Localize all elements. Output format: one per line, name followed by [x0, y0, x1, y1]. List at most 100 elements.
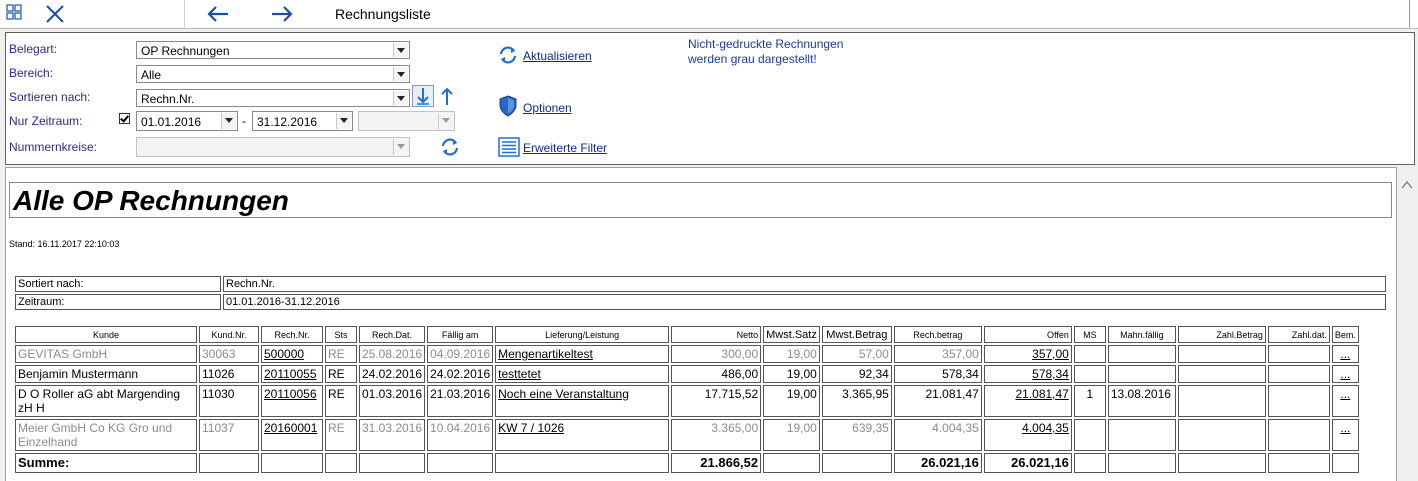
refresh-icon[interactable]	[439, 137, 461, 157]
sts-cell: RE	[325, 345, 357, 363]
rechdat-cell: 01.03.2016	[359, 385, 426, 417]
bem-link[interactable]: ...	[1331, 385, 1359, 417]
sortieren-label: Sortieren nach:	[9, 90, 91, 104]
ms-cell	[1073, 345, 1106, 363]
empty-cell	[325, 453, 357, 473]
mahn-cell: 13.08.2016	[1107, 385, 1176, 417]
column-header[interactable]: Zahl.dat.	[1267, 326, 1330, 343]
zeitraum-from-date[interactable]: 01.01.2016	[136, 111, 238, 131]
column-header[interactable]: Netto	[671, 326, 762, 343]
chevron-down-icon[interactable]	[393, 139, 408, 155]
optionen-link[interactable]: Optionen	[523, 101, 572, 115]
erweiterte-filter-link[interactable]: Erweiterte Filter	[523, 141, 607, 155]
nummernkreise-select[interactable]	[136, 137, 410, 157]
sort-descending-icon[interactable]	[412, 85, 434, 107]
ms-cell	[1073, 419, 1106, 451]
aktualisieren-link[interactable]: Aktualisieren	[523, 49, 592, 63]
offen-link[interactable]: 4.004,35	[983, 419, 1072, 451]
table-row[interactable]: Meier GmbH Co KG Gro und Einzelhand 1103…	[15, 419, 1359, 451]
rechnr-link[interactable]: 20110055	[261, 365, 323, 383]
report-title: Alle OP Rechnungen	[13, 185, 289, 216]
zeitraum-preset-select[interactable]	[358, 111, 455, 131]
rechnr-link[interactable]: 500000	[261, 345, 323, 363]
refresh-icon[interactable]	[497, 45, 519, 65]
leistung-link[interactable]: Mengenartikeltest	[495, 345, 670, 363]
column-header[interactable]: Kunde	[15, 326, 197, 343]
empty-cell	[427, 453, 494, 473]
table-row[interactable]: Benjamin Mustermann 11026 20110055 RE 24…	[15, 365, 1359, 383]
kunde-cell: Benjamin Mustermann	[15, 365, 197, 383]
column-header[interactable]: MS	[1073, 326, 1106, 343]
chevron-down-icon[interactable]	[336, 113, 351, 129]
column-header[interactable]: Rech.Nr.	[261, 326, 323, 343]
report-timestamp: Stand: 16.11.2017 22:10:03	[9, 239, 120, 249]
column-header[interactable]: Zahl.Betrag	[1177, 326, 1266, 343]
column-header[interactable]: Mwst.Satz	[763, 326, 820, 343]
summe-row: Summe: 21.866,52 26.021,16 26.021,16	[15, 453, 1359, 473]
netto-cell: 3.365,00	[671, 419, 762, 451]
forward-arrow-icon[interactable]	[270, 4, 294, 24]
column-header[interactable]: Lieferung/Leistung	[495, 326, 670, 343]
table-row[interactable]: GEVITAS GmbH 30063 500000 RE 25.08.2016 …	[15, 345, 1359, 363]
mahn-cell	[1107, 345, 1176, 363]
offen-link[interactable]: 357,00	[983, 345, 1072, 363]
zahlbetrag-cell	[1177, 385, 1266, 417]
column-header[interactable]: Sts	[325, 326, 357, 343]
zeitraum-label: Nur Zeitraum:	[9, 114, 83, 128]
bem-link[interactable]: ...	[1331, 419, 1359, 451]
kundnr-cell: 30063	[199, 345, 259, 363]
shield-icon[interactable]	[498, 95, 518, 117]
zeitraum-checkbox[interactable]	[119, 113, 130, 124]
close-icon[interactable]	[45, 4, 65, 24]
mwst-betrag-cell: 57,00	[821, 345, 892, 363]
table-row[interactable]: D O Roller aG abt Margending zH H 11030 …	[15, 385, 1359, 417]
offen-link[interactable]: 21.081,47	[983, 385, 1072, 417]
column-header[interactable]: Offen	[983, 326, 1072, 343]
bereich-label: Bereich:	[9, 66, 54, 80]
kundnr-cell: 11026	[199, 365, 259, 383]
column-header[interactable]: Fällig am	[427, 326, 494, 343]
back-arrow-icon[interactable]	[206, 4, 230, 24]
column-header[interactable]: Rech.Dat.	[359, 326, 426, 343]
leistung-link[interactable]: Noch eine Veranstaltung	[495, 385, 670, 417]
chevron-down-icon[interactable]	[393, 91, 408, 105]
list-filter-icon[interactable]	[498, 137, 520, 157]
rechdat-cell: 31.03.2016	[359, 419, 426, 451]
column-header[interactable]: Rech.betrag	[893, 326, 982, 343]
column-header[interactable]: Bem.	[1331, 326, 1359, 343]
toolbar-separator	[184, 0, 185, 28]
grid-view-icon[interactable]	[6, 4, 26, 24]
column-header[interactable]: Mahn.fällig	[1107, 326, 1176, 343]
empty-cell	[1073, 453, 1106, 473]
rechnr-link[interactable]: 20110056	[261, 385, 323, 417]
rechbetrag-cell: 357,00	[893, 345, 982, 363]
leistung-link[interactable]: testtetet	[495, 365, 670, 383]
toolbar-right-border	[1409, 0, 1410, 28]
faellig-cell: 24.02.2016	[427, 365, 494, 383]
empty-cell	[1267, 453, 1330, 473]
zahldat-cell	[1267, 385, 1330, 417]
zahldat-cell	[1267, 419, 1330, 451]
chevron-down-icon[interactable]	[221, 113, 236, 129]
chevron-down-icon[interactable]	[393, 43, 408, 57]
scroll-up-icon[interactable]	[1400, 178, 1414, 192]
column-header[interactable]: Kund.Nr.	[199, 326, 259, 343]
leistung-link[interactable]: KW 7 / 1026	[495, 419, 670, 451]
bem-link[interactable]: ...	[1331, 345, 1359, 363]
bereich-select[interactable]: Alle	[136, 65, 410, 83]
offen-link[interactable]: 578,34	[983, 365, 1072, 383]
bem-link[interactable]: ...	[1331, 365, 1359, 383]
chevron-down-icon[interactable]	[438, 113, 453, 129]
belegart-select[interactable]: OP Rechnungen	[136, 41, 410, 59]
chevron-down-icon[interactable]	[393, 67, 408, 81]
rechbetrag-cell: 578,34	[893, 365, 982, 383]
column-header[interactable]: Mwst.Betrag	[821, 326, 892, 343]
mwst-satz-cell: 19,00	[763, 419, 820, 451]
sort-ascending-icon[interactable]	[437, 85, 457, 107]
zeitraum-to-date[interactable]: 31.12.2016	[252, 111, 353, 131]
rechnr-link[interactable]: 20160001	[261, 419, 323, 451]
rechdat-cell: 25.08.2016	[359, 345, 426, 363]
netto-cell: 300,00	[671, 345, 762, 363]
sortieren-select[interactable]: Rechn.Nr.	[136, 89, 410, 107]
sts-cell: RE	[325, 365, 357, 383]
